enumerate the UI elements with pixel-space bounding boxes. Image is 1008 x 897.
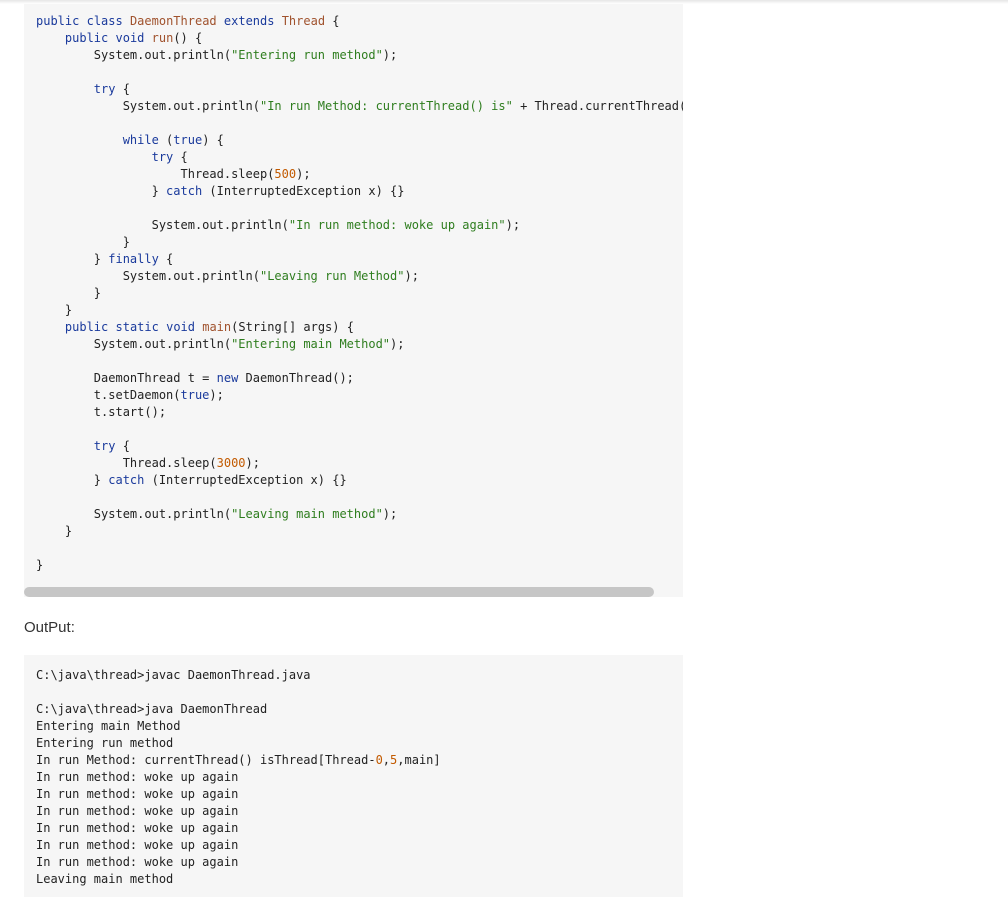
code-line: t.start();	[36, 405, 167, 419]
code-line: public static void main(String[] args) {	[64, 320, 354, 334]
output-line: Entering run method	[36, 736, 174, 750]
code-line: }	[36, 558, 44, 572]
output-line: Leaving main method	[36, 872, 174, 886]
code-line: }	[36, 303, 73, 317]
output-line: In run method: woke up again	[36, 787, 239, 801]
console-output: C:\java\thread>javac DaemonThread.java ​C…	[36, 667, 441, 888]
output-line: In run method: woke up again	[36, 821, 239, 835]
code-line: System.out.println("Leaving run Method")…	[36, 269, 419, 283]
code-line: ​	[36, 353, 683, 370]
code-line: }	[36, 524, 73, 538]
code-line: try {	[151, 150, 188, 164]
output-code-block: C:\java\thread>javac DaemonThread.java ​C…	[24, 655, 683, 897]
output-line: C:\java\thread>java DaemonThread	[36, 702, 268, 716]
code-line: System.out.println("Entering run method"…	[36, 48, 398, 62]
code-line: } finally {	[36, 252, 174, 266]
code-line: ​	[36, 115, 683, 132]
code-line: ​	[36, 64, 683, 81]
code-line: ​	[36, 200, 683, 217]
code-line: Thread.sleep(500);	[36, 167, 311, 181]
code-line: t.setDaemon(true);	[36, 388, 224, 402]
code-line: ​	[36, 421, 683, 438]
output-line: In run method: woke up again	[36, 855, 239, 869]
code-line: } catch (InterruptedException x) {}	[36, 184, 405, 198]
code-line: }	[36, 235, 130, 249]
code-line: ​	[36, 540, 683, 557]
code-line: while (true) {	[122, 133, 224, 147]
code-line: System.out.println("In run Method: curre…	[36, 99, 683, 113]
output-line: In run method: woke up again	[36, 804, 239, 818]
source-code: public class DaemonThread extends Thread…	[36, 13, 683, 574]
output-line: In run method: woke up again	[36, 838, 239, 852]
output-line: Entering main Method	[36, 719, 181, 733]
code-line: } catch (InterruptedException x) {}	[36, 473, 347, 487]
code-line: }	[36, 286, 102, 300]
code-line: System.out.println("In run method: woke …	[36, 218, 521, 232]
code-line: System.out.println("Entering main Method…	[36, 337, 405, 351]
code-line: ​	[36, 489, 683, 506]
output-line: In run Method: currentThread() isThread[…	[36, 753, 441, 767]
code-line: public void run() {	[64, 31, 203, 45]
code-line: public class DaemonThread extends Thread…	[36, 14, 340, 28]
code-line: Thread.sleep(3000);	[36, 456, 260, 470]
code-line: try {	[93, 439, 130, 453]
horizontal-scrollbar-thumb[interactable]	[24, 587, 654, 597]
output-line: In run method: woke up again	[36, 770, 239, 784]
code-line: try {	[93, 82, 130, 96]
output-label: OutPut:	[24, 619, 75, 636]
output-line: ​	[36, 684, 441, 701]
output-line: C:\java\thread>javac DaemonThread.java	[36, 668, 311, 682]
code-line: DaemonThread t = new DaemonThread();	[36, 371, 354, 385]
source-code-block: public class DaemonThread extends Thread…	[24, 4, 683, 597]
code-line: System.out.println("Leaving main method"…	[36, 507, 398, 521]
